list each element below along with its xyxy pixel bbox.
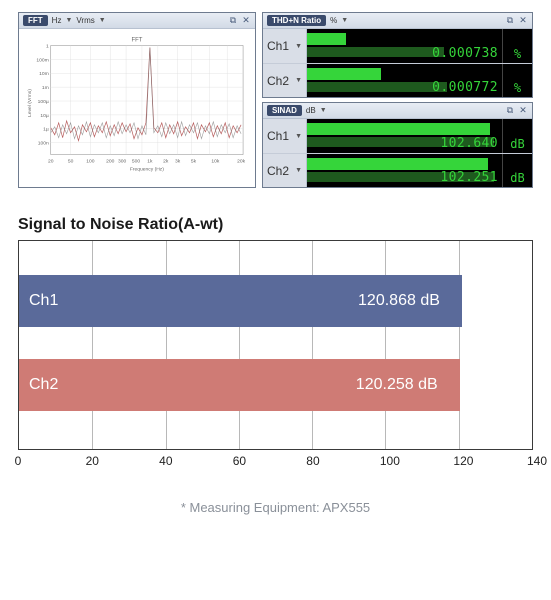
- fft-badge: FFT: [23, 15, 48, 26]
- svg-text:1k: 1k: [147, 158, 153, 164]
- svg-text:5k: 5k: [191, 158, 197, 164]
- snr-section: Signal to Noise Ratio(A-wt) Ch1 120.868 d…: [18, 216, 533, 474]
- svg-text:10k: 10k: [211, 158, 219, 164]
- fft-title: FFT: [132, 38, 143, 44]
- popout-icon[interactable]: ⧉: [228, 16, 238, 26]
- fft-x-unit: Hz: [52, 16, 62, 25]
- x-tick: 140: [527, 454, 539, 468]
- dropdown-icon[interactable]: ▼: [65, 17, 72, 24]
- meter-row: Ch1▼ 0.000738 %: [263, 29, 532, 63]
- close-icon[interactable]: ✕: [241, 16, 251, 26]
- x-tick: 0: [12, 454, 24, 468]
- thd-header: THD+N Ratio % ▼ ⧉ ✕: [263, 13, 532, 29]
- meter-unit: dB: [502, 119, 532, 153]
- svg-text:1: 1: [46, 43, 49, 49]
- sinad-badge: SINAD: [267, 105, 302, 116]
- top-panels: FFT Hz ▼ Vrms ▼ ⧉ ✕ FFT: [18, 12, 533, 188]
- svg-text:500: 500: [132, 158, 140, 164]
- snr-chart: Ch1 120.868 dB Ch2 120.258 dB: [18, 240, 533, 450]
- channel-label[interactable]: Ch2▼: [263, 64, 307, 97]
- channel-label[interactable]: Ch2▼: [263, 154, 307, 187]
- snr-bar-value: 120.258 dB: [356, 376, 450, 394]
- meter-row: Ch2▼ 0.000772 %: [263, 63, 532, 97]
- close-icon[interactable]: ✕: [518, 16, 528, 26]
- svg-text:100m: 100m: [36, 57, 48, 63]
- snr-bar-label: Ch1: [29, 292, 58, 310]
- svg-text:10µ: 10µ: [40, 113, 48, 119]
- chevron-down-icon: ▼: [295, 133, 302, 140]
- meter-bar: 102.640: [307, 119, 502, 153]
- svg-text:100n: 100n: [38, 141, 49, 147]
- sinad-unit-label: dB: [306, 106, 316, 115]
- fft-plot-area: FFT: [19, 29, 255, 180]
- svg-text:20: 20: [48, 158, 54, 164]
- popout-icon[interactable]: ⧉: [505, 106, 515, 116]
- x-tick: 20: [86, 454, 98, 468]
- x-tick: 60: [233, 454, 245, 468]
- thd-unit-label: %: [330, 16, 337, 25]
- svg-text:1m: 1m: [42, 85, 49, 91]
- chevron-down-icon: ▼: [295, 77, 302, 84]
- snr-bar-value: 120.868 dB: [358, 292, 452, 310]
- dropdown-icon[interactable]: ▼: [99, 17, 106, 24]
- meter-bar: 0.000772: [307, 64, 502, 97]
- svg-text:Level (Vrms): Level (Vrms): [27, 89, 33, 117]
- chevron-down-icon: ▼: [295, 43, 302, 50]
- x-tick: 100: [380, 454, 392, 468]
- meter-row: Ch1▼ 102.640 dB: [263, 119, 532, 153]
- meter-unit: %: [502, 29, 532, 63]
- meter-unit: dB: [502, 154, 532, 187]
- snr-x-axis: 020406080100120140: [18, 454, 533, 474]
- svg-text:100: 100: [86, 158, 94, 164]
- fft-panel: FFT Hz ▼ Vrms ▼ ⧉ ✕ FFT: [18, 12, 256, 188]
- snr-title: Signal to Noise Ratio(A-wt): [18, 216, 533, 234]
- svg-text:50: 50: [68, 158, 74, 164]
- x-tick: 40: [159, 454, 171, 468]
- snr-bar-label: Ch2: [29, 376, 58, 394]
- svg-text:10m: 10m: [39, 71, 49, 77]
- svg-text:3k: 3k: [175, 158, 181, 164]
- svg-text:300: 300: [118, 158, 126, 164]
- meter-bar: 102.251: [307, 154, 502, 187]
- dropdown-icon[interactable]: ▼: [320, 107, 327, 114]
- svg-text:2k: 2k: [163, 158, 169, 164]
- svg-text:Frequency (Hz): Frequency (Hz): [130, 166, 164, 172]
- svg-text:200: 200: [106, 158, 114, 164]
- meter-value: 102.640: [440, 136, 498, 151]
- dropdown-icon[interactable]: ▼: [341, 17, 348, 24]
- channel-label[interactable]: Ch1▼: [263, 29, 307, 63]
- thd-rows: Ch1▼ 0.000738 % Ch2▼ 0.000772 %: [263, 29, 532, 97]
- meter-bar: 0.000738: [307, 29, 502, 63]
- meter-value: 0.000772: [432, 80, 498, 95]
- svg-text:100µ: 100µ: [38, 99, 49, 105]
- chevron-down-icon: ▼: [295, 167, 302, 174]
- sinad-header: SINAD dB ▼ ⧉ ✕: [263, 103, 532, 119]
- snr-bar-ch2: Ch2 120.258 dB: [19, 359, 460, 411]
- svg-text:20k: 20k: [237, 158, 245, 164]
- meter-row: Ch2▼ 102.251 dB: [263, 153, 532, 187]
- meter-column: THD+N Ratio % ▼ ⧉ ✕ Ch1▼ 0.000738 %: [262, 12, 533, 188]
- close-icon[interactable]: ✕: [518, 106, 528, 116]
- sinad-panel: SINAD dB ▼ ⧉ ✕ Ch1▼ 102.640 dB: [262, 102, 533, 188]
- fft-header: FFT Hz ▼ Vrms ▼ ⧉ ✕: [19, 13, 255, 29]
- meter-unit: %: [502, 64, 532, 97]
- meter-value: 0.000738: [432, 46, 498, 61]
- svg-text:1µ: 1µ: [43, 127, 49, 133]
- fft-y-unit: Vrms: [76, 16, 94, 25]
- meter-value: 102.251: [440, 170, 498, 185]
- sinad-rows: Ch1▼ 102.640 dB Ch2▼ 102.251 dB: [263, 119, 532, 187]
- fft-spectrum-plot: FFT: [23, 33, 251, 173]
- x-tick: 80: [306, 454, 318, 468]
- snr-bar-ch1: Ch1 120.868 dB: [19, 275, 462, 327]
- thd-badge: THD+N Ratio: [267, 15, 326, 26]
- footnote: * Measuring Equipment: APX555: [18, 500, 533, 515]
- popout-icon[interactable]: ⧉: [505, 16, 515, 26]
- channel-label[interactable]: Ch1▼: [263, 119, 307, 153]
- thd-panel: THD+N Ratio % ▼ ⧉ ✕ Ch1▼ 0.000738 %: [262, 12, 533, 98]
- x-tick: 120: [453, 454, 465, 468]
